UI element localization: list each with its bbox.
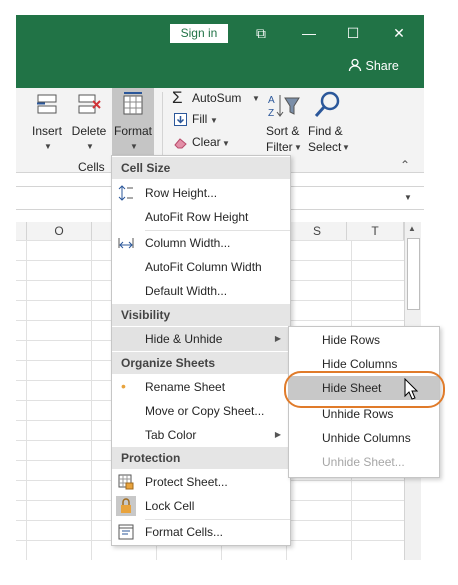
move-copy-sheet-label: Move or Copy Sheet... [145, 404, 265, 418]
chevron-down-icon: ▼ [252, 94, 260, 103]
eraser-icon [174, 138, 187, 149]
chevron-down-icon: ▼ [222, 139, 230, 148]
share-label: Share [365, 59, 399, 73]
fill-button[interactable]: Fill ▼ [174, 112, 226, 128]
find-select-label-1: Find & [308, 124, 343, 138]
clear-button[interactable]: Clear ▼ [174, 135, 234, 151]
column-header-stub [16, 222, 27, 241]
tab-color-label: Tab Color [145, 428, 197, 442]
default-width-label: Default Width... [145, 284, 228, 298]
sigma-icon: Σ [172, 88, 183, 107]
format-button[interactable]: Format ▼ [112, 88, 154, 155]
insert-button[interactable]: Insert ▼ [30, 92, 64, 158]
autosum-label: AutoSum [192, 91, 242, 105]
insert-cells-icon [37, 94, 57, 114]
column-header-t[interactable]: T [347, 222, 404, 241]
cells-group-label: Cells [78, 160, 105, 174]
submenu-arrow-icon: ▶ [274, 430, 281, 439]
move-copy-sheet-item[interactable]: Move or Copy Sheet... [112, 399, 290, 423]
magnifier-icon [314, 91, 340, 117]
protection-header: Protection [112, 447, 290, 469]
format-menu: Cell Size Row Height... AutoFit Row Heig… [111, 155, 291, 546]
rename-sheet-label: Rename Sheet [145, 380, 226, 394]
unhide-columns-item[interactable]: Unhide Columns [289, 426, 439, 450]
sign-in-button[interactable]: Sign in [170, 24, 228, 43]
close-button[interactable]: ✕ [384, 23, 414, 43]
tab-color-item[interactable]: Tab Color ▶ [112, 423, 290, 447]
visibility-header: Visibility [112, 304, 290, 326]
hide-unhide-label: Hide & Unhide [145, 332, 223, 346]
chevron-down-icon: ▼ [294, 143, 302, 152]
autofit-row-height-label: AutoFit Row Height [145, 210, 249, 224]
collapse-ribbon-icon[interactable]: ⌃ [400, 158, 410, 172]
svg-text:Z: Z [268, 108, 274, 119]
scroll-thumb[interactable] [407, 238, 420, 310]
clear-label: Clear [192, 135, 221, 149]
sort-filter-label-2: Filter [266, 140, 293, 154]
format-cells-icon [123, 92, 143, 115]
chevron-down-icon: ▼ [86, 142, 94, 151]
maximize-button[interactable]: ☐ [338, 23, 368, 43]
format-cells-item[interactable]: Format Cells... [112, 520, 290, 544]
autofit-column-width-label: AutoFit Column Width [145, 260, 262, 274]
column-header-o[interactable]: O [27, 222, 92, 241]
fill-label: Fill [192, 112, 208, 126]
lock-icon [116, 496, 136, 516]
hide-unhide-item[interactable]: Hide & Unhide ▶ [112, 327, 290, 351]
column-width-icon [118, 238, 134, 249]
lock-cell-label: Lock Cell [145, 499, 195, 513]
row-height-icon [118, 185, 133, 201]
submenu-arrow-icon: ▶ [274, 334, 281, 343]
rename-sheet-item[interactable]: • Rename Sheet [112, 375, 290, 399]
unhide-sheet-label: Unhide Sheet... [322, 455, 405, 469]
sort-filter-label-1: Sort & [266, 124, 300, 138]
highlight-oval [284, 371, 445, 408]
minimize-button[interactable]: — [294, 23, 324, 43]
find-select-button[interactable]: Find & Select ▼ [306, 88, 350, 158]
protect-sheet-icon [118, 474, 134, 490]
expand-formula-bar-icon[interactable]: ▼ [404, 193, 412, 202]
chevron-down-icon: ▼ [210, 116, 218, 125]
hide-rows-item[interactable]: Hide Rows [289, 328, 439, 352]
column-header-s[interactable]: S [288, 222, 347, 241]
cell-size-header: Cell Size [112, 157, 290, 179]
default-width-item[interactable]: Default Width... [112, 279, 290, 303]
row-height-item[interactable]: Row Height... [112, 181, 290, 205]
hide-rows-label: Hide Rows [322, 333, 381, 347]
fill-down-icon [174, 113, 187, 126]
share-button[interactable]: Share [348, 58, 399, 73]
format-cells-icon [118, 524, 134, 540]
svg-text:A: A [268, 95, 275, 106]
autofit-column-width-item[interactable]: AutoFit Column Width [112, 255, 290, 279]
protect-sheet-label: Protect Sheet... [145, 475, 228, 489]
autosum-button[interactable]: Σ AutoSum ▼ [172, 88, 264, 107]
column-width-item[interactable]: Column Width... [112, 231, 290, 255]
insert-label: Insert [31, 124, 62, 138]
format-cells-label: Format Cells... [145, 525, 224, 539]
column-width-label: Column Width... [145, 236, 231, 250]
chevron-down-icon: ▼ [130, 142, 138, 151]
row-height-label: Row Height... [145, 186, 218, 200]
lock-cell-item[interactable]: Lock Cell [112, 494, 290, 518]
delete-label: Delete [71, 124, 107, 138]
format-label: Format [113, 124, 152, 138]
chevron-down-icon: ▼ [44, 142, 52, 151]
sort-filter-icon: AZ [268, 95, 300, 119]
unhide-columns-label: Unhide Columns [322, 431, 411, 445]
delete-button[interactable]: Delete ▼ [70, 92, 108, 158]
organize-sheets-header: Organize Sheets [112, 352, 290, 374]
autofit-row-height-item[interactable]: AutoFit Row Height [112, 205, 290, 229]
bullet-icon: • [121, 378, 126, 394]
protect-sheet-item[interactable]: Protect Sheet... [112, 470, 290, 494]
unhide-sheet-item: Unhide Sheet... [289, 450, 439, 474]
delete-cells-icon [78, 94, 101, 114]
person-icon [348, 58, 362, 72]
sort-filter-button[interactable]: AZ Sort & Filter ▼ [264, 88, 304, 158]
chevron-down-icon: ▼ [342, 143, 350, 152]
scroll-up-icon[interactable]: ▲ [408, 224, 416, 233]
ribbon-display-options-icon[interactable]: ⧉ [246, 23, 276, 43]
mouse-cursor-icon [404, 378, 418, 400]
find-select-label-2: Select [308, 140, 342, 154]
